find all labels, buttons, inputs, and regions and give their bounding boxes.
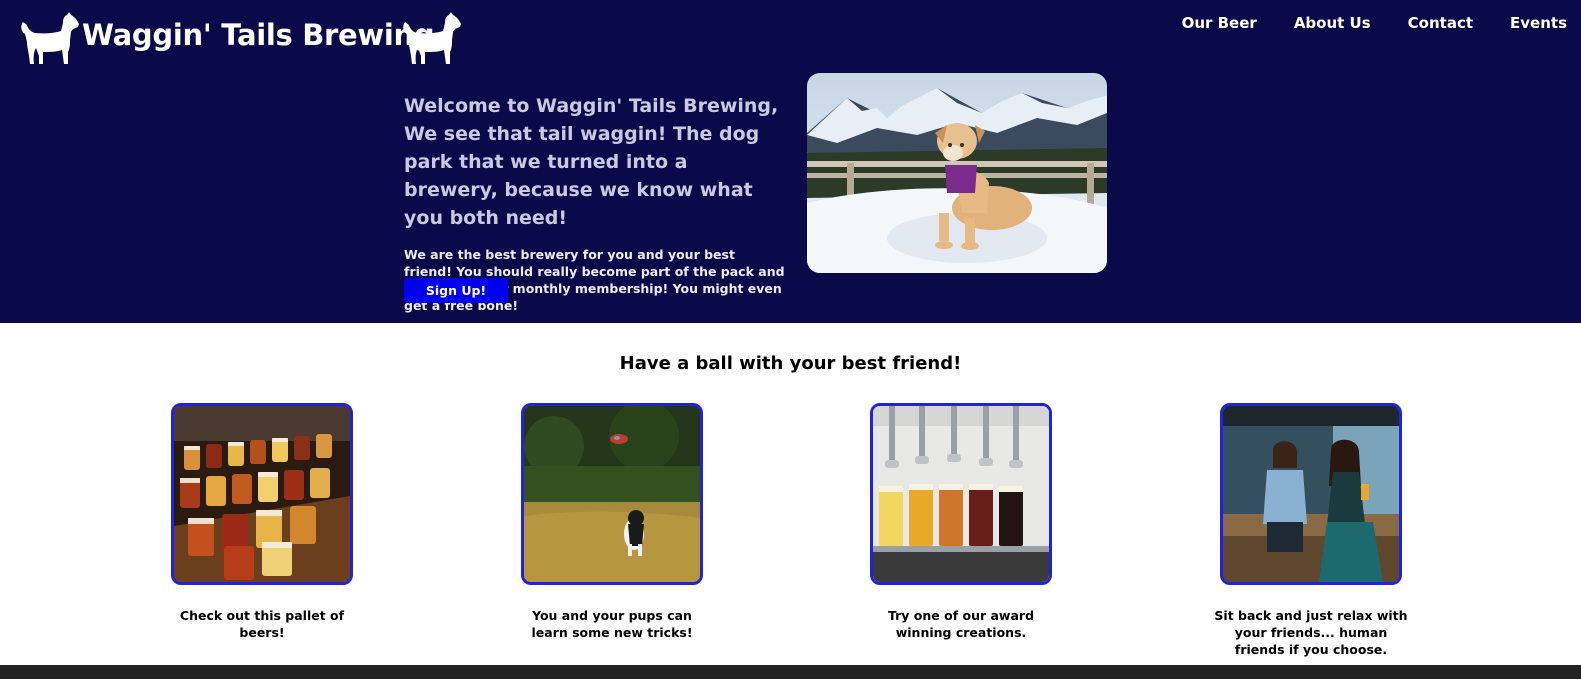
dog-frisbee-photo[interactable] [521, 403, 703, 585]
feature-card-relax: Sit back and just relax with your friend… [1211, 403, 1411, 658]
card-caption: Sit back and just relax with your friend… [1214, 608, 1408, 657]
nav-our-beer[interactable]: Our Beer [1182, 14, 1257, 32]
main-nav: Our Beer About Us Contact Events [1182, 14, 1567, 32]
card-caption: Try one of our award winning creations. [887, 608, 1035, 640]
hero-dog-photo [807, 73, 1107, 273]
beer-taps-photo[interactable] [870, 403, 1052, 585]
nav-about-us[interactable]: About Us [1294, 14, 1371, 32]
section-title: Have a ball with your best friend! [619, 353, 962, 374]
feature-card-creations: Try one of our award winning creations. [861, 403, 1061, 641]
friends-relaxing-photo[interactable] [1220, 403, 1402, 585]
page-footer [0, 665, 1581, 679]
feature-card-beers: Check out this pallet of beers! [162, 403, 362, 641]
dog-silhouette-icon [21, 12, 79, 64]
sign-up-button[interactable]: Sign Up! [404, 278, 508, 303]
hero-banner: Waggin' Tails Brewing Our Beer About Us … [0, 0, 1581, 323]
beer-flight-photo[interactable] [171, 403, 353, 585]
card-caption: Check out this pallet of beers! [179, 608, 345, 640]
hero-heading: Welcome to Waggin' Tails Brewing, We see… [404, 95, 779, 229]
feature-card-tricks: You and your pups can learn some new tri… [512, 403, 712, 641]
nav-events[interactable]: Events [1510, 14, 1567, 32]
card-caption: You and your pups can learn some new tri… [531, 608, 693, 640]
brand-title: Waggin' Tails Brewing [82, 18, 435, 52]
nav-contact[interactable]: Contact [1408, 14, 1473, 32]
dog-silhouette-icon [403, 12, 461, 64]
